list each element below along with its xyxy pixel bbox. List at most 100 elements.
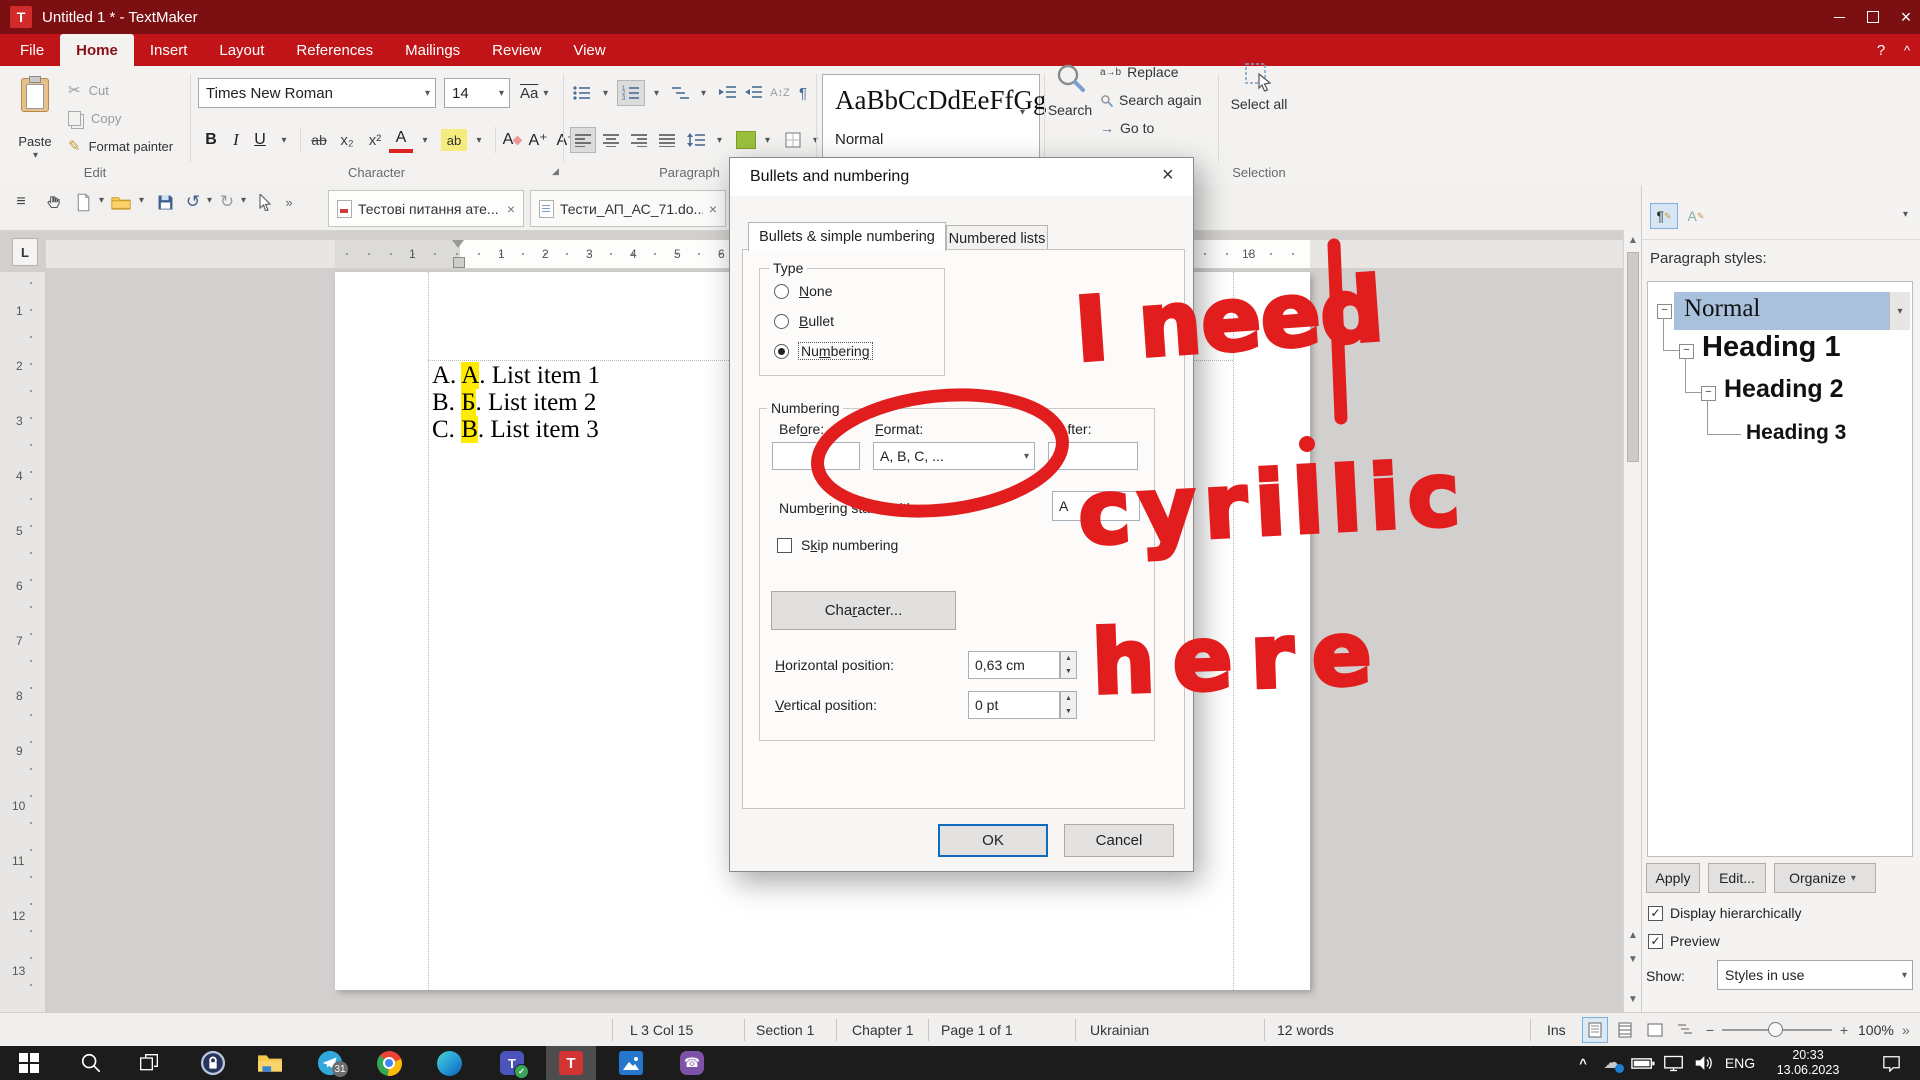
cut-button[interactable]: ✂ Cut <box>68 80 109 100</box>
clock[interactable]: 20:33 13.06.2023 <box>1766 1048 1850 1078</box>
borders-icon[interactable] <box>782 127 804 153</box>
redo-dropdown-icon[interactable]: ▾ <box>236 195 251 206</box>
style-item-normal[interactable]: Normal <box>1684 295 1760 323</box>
bullet-list-icon[interactable] <box>570 80 594 106</box>
edit-button[interactable]: Edit... <box>1708 863 1766 893</box>
sort-icon[interactable]: A↕Z <box>767 80 793 106</box>
radio-numbering[interactable] <box>774 344 789 359</box>
paste-dropdown-icon[interactable]: ▾ <box>28 150 43 161</box>
status-more-icon[interactable]: » <box>1902 1013 1910 1047</box>
paste-button[interactable]: Paste ▾ <box>10 76 60 160</box>
grow-font-button[interactable]: A⁺ <box>524 127 552 153</box>
line-spacing-icon[interactable] <box>684 127 708 153</box>
character-styles-tab[interactable]: A✎ <box>1682 203 1710 229</box>
document-text-line[interactable]: B. Б. List item 2 <box>432 389 596 417</box>
scroll-down-icon[interactable]: ▼ <box>1624 994 1642 1005</box>
notification-center-icon[interactable] <box>1874 1049 1908 1077</box>
language-indicator[interactable]: ENG <box>1720 1049 1760 1077</box>
align-center-icon[interactable] <box>598 127 624 153</box>
menu-review[interactable]: Review <box>476 34 557 66</box>
close-button[interactable]: × <box>1892 0 1920 34</box>
taskbar-teams[interactable]: T ✓ <box>490 1049 534 1077</box>
task-view-button[interactable] <box>127 1049 171 1077</box>
menu-references[interactable]: References <box>280 34 389 66</box>
clear-formatting-button[interactable]: A <box>500 127 524 153</box>
hand-tool-icon[interactable] <box>40 189 66 215</box>
language-indicator[interactable]: Ukrainian <box>1090 1013 1149 1047</box>
character-button[interactable]: Character... <box>771 591 956 630</box>
volume-icon[interactable] <box>1688 1049 1718 1077</box>
tab-selector-button[interactable]: L <box>12 238 38 266</box>
taskbar-textmaker[interactable]: T <box>549 1049 593 1077</box>
document-text-line[interactable]: C. В. List item 3 <box>432 416 599 444</box>
tray-expand-icon[interactable]: ^ <box>1570 1049 1596 1077</box>
new-document-icon[interactable] <box>72 189 94 215</box>
vertical-scrollbar[interactable]: ▲ ▲ ▼ ▼ <box>1623 230 1642 1012</box>
tree-collapse-icon[interactable]: − <box>1679 344 1694 359</box>
taskbar-chrome[interactable] <box>367 1049 411 1077</box>
dialog-close-icon[interactable]: × <box>1162 164 1174 187</box>
ok-button[interactable]: OK <box>938 824 1048 857</box>
font-color-button[interactable]: A <box>389 127 413 153</box>
zoom-out-button[interactable]: − <box>1702 1021 1718 1039</box>
gallery-dropdown-icon[interactable]: ▾ <box>1015 107 1030 118</box>
taskbar-viber[interactable]: ☎ <box>670 1049 714 1077</box>
tab-bullets-simple-numbering[interactable]: Bullets & simple numbering <box>748 222 946 251</box>
menu-view[interactable]: View <box>557 34 621 66</box>
shading-icon[interactable] <box>736 131 756 149</box>
multilevel-list-icon[interactable] <box>668 80 692 106</box>
redo-icon[interactable]: ↻ <box>216 189 238 215</box>
taskbar-photos[interactable] <box>609 1049 653 1077</box>
left-indent-marker[interactable] <box>453 257 465 268</box>
bullet-list-dropdown-icon[interactable]: ▾ <box>594 88 617 99</box>
undo-dropdown-icon[interactable]: ▾ <box>202 195 217 206</box>
first-line-indent-marker[interactable] <box>452 240 464 248</box>
pointer-tool-icon[interactable] <box>254 189 278 215</box>
italic-button[interactable]: I <box>224 127 248 153</box>
minimize-button[interactable] <box>1824 0 1854 34</box>
pilcrow-icon[interactable]: ¶ <box>793 80 813 106</box>
horizontal-position-spinner[interactable]: ▲▼ <box>1060 651 1077 679</box>
strikethrough-button[interactable]: ab <box>305 127 333 153</box>
style-gallery[interactable]: AaBbCcDdEeFfGg Normal ▾ <box>822 74 1040 162</box>
tree-collapse-icon[interactable]: − <box>1701 386 1716 401</box>
battery-icon[interactable] <box>1628 1049 1658 1077</box>
format-painter-button[interactable]: ✎ Format painter <box>68 136 173 156</box>
skip-numbering-checkbox[interactable] <box>777 538 792 553</box>
save-icon[interactable] <box>152 189 178 215</box>
collapse-ribbon-button[interactable]: ^ <box>1896 34 1918 66</box>
cancel-button[interactable]: Cancel <box>1064 824 1174 857</box>
dialog-titlebar[interactable]: Bullets and numbering × <box>730 158 1193 196</box>
highlight-button[interactable]: ab <box>441 129 467 151</box>
menu-insert[interactable]: Insert <box>134 34 204 66</box>
copy-button[interactable]: Copy <box>68 108 121 128</box>
tab-close-icon[interactable]: × <box>507 201 515 217</box>
next-page-icon[interactable]: ▼ <box>1624 954 1642 965</box>
new-document-dropdown-icon[interactable]: ▾ <box>94 195 109 206</box>
preview-checkbox[interactable]: ✓ <box>1648 934 1663 949</box>
help-button[interactable]: ? <box>1868 34 1894 66</box>
view-normal-icon[interactable] <box>1582 1017 1608 1043</box>
increase-indent-icon[interactable] <box>715 80 741 106</box>
tab-numbered-lists[interactable]: Numbered lists <box>946 225 1048 251</box>
view-continuous-icon[interactable] <box>1612 1017 1638 1043</box>
zoom-slider-knob[interactable] <box>1768 1022 1783 1037</box>
font-name-combo[interactable]: Times New Roman▾ <box>198 78 436 108</box>
before-field[interactable] <box>772 442 860 470</box>
decrease-indent-icon[interactable] <box>741 80 767 106</box>
taskbar-edge[interactable] <box>427 1049 471 1077</box>
numbered-list-icon[interactable]: 123 <box>617 80 645 106</box>
maximize-button[interactable] <box>1858 0 1888 34</box>
onedrive-icon[interactable]: ☁ <box>1598 1049 1626 1077</box>
view-outline-icon[interactable] <box>1672 1017 1698 1043</box>
justify-icon[interactable] <box>654 127 680 153</box>
goto-button[interactable]: → Go to <box>1100 118 1154 138</box>
apply-button[interactable]: Apply <box>1646 863 1700 893</box>
network-icon[interactable] <box>1658 1049 1688 1077</box>
search-again-button[interactable]: Search again <box>1100 90 1202 110</box>
align-left-icon[interactable] <box>570 127 596 153</box>
zoom-in-button[interactable]: + <box>1836 1021 1852 1039</box>
vertical-position-spinner[interactable]: ▲▼ <box>1060 691 1077 719</box>
align-right-icon[interactable] <box>626 127 652 153</box>
style-item-heading2[interactable]: Heading 2 <box>1724 375 1843 404</box>
